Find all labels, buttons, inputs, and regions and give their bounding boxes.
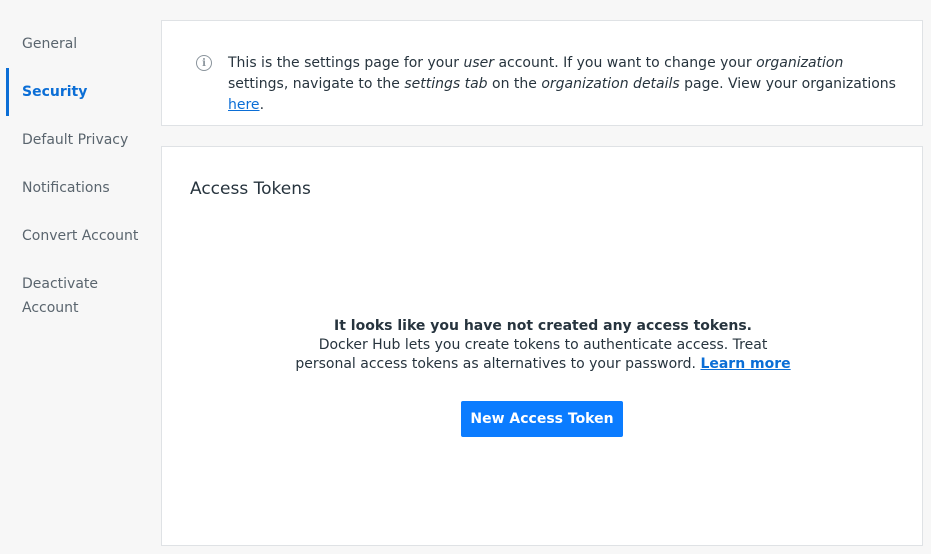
info-text-part: settings, navigate to the [228, 76, 405, 92]
info-text-part: . [259, 97, 265, 113]
info-text-part: account. If you want to change your [494, 55, 757, 71]
access-tokens-card: Access Tokens It looks like you have not… [161, 146, 923, 546]
sidebar-item-security[interactable]: Security [0, 68, 150, 116]
info-banner: i This is the settings page for your use… [161, 20, 923, 126]
sidebar-item-general[interactable]: General [0, 20, 150, 68]
empty-state-heading: It looks like you have not created any a… [334, 318, 752, 334]
info-icon: i [196, 55, 212, 71]
sidebar-item-deactivate-account[interactable]: Deactivate Account [0, 260, 120, 332]
settings-page: General Security Default Privacy Notific… [0, 0, 931, 554]
empty-state: It looks like you have not created any a… [162, 317, 924, 374]
info-text-emphasis: settings tab [404, 76, 488, 92]
settings-sidebar: General Security Default Privacy Notific… [0, 20, 150, 332]
info-text-part: This is the settings page for your [228, 55, 464, 71]
organizations-link[interactable]: here [228, 97, 260, 113]
info-text-part: page. View your organizations [679, 76, 896, 92]
empty-state-description: Docker Hub lets you create tokens to aut… [293, 336, 793, 374]
info-text-emphasis: user [463, 55, 494, 71]
new-access-token-button[interactable]: New Access Token [461, 401, 623, 437]
info-text-emphasis: organization [756, 55, 844, 71]
access-tokens-title: Access Tokens [190, 179, 311, 199]
info-message: This is the settings page for your user … [228, 53, 908, 116]
info-text-part: on the [487, 76, 542, 92]
learn-more-link[interactable]: Learn more [700, 356, 790, 372]
info-text-emphasis: organization details [541, 76, 680, 92]
sidebar-item-notifications[interactable]: Notifications [0, 164, 150, 212]
sidebar-item-convert-account[interactable]: Convert Account [0, 212, 150, 260]
sidebar-item-default-privacy[interactable]: Default Privacy [0, 116, 150, 164]
empty-state-text: Docker Hub lets you create tokens to aut… [295, 337, 768, 372]
